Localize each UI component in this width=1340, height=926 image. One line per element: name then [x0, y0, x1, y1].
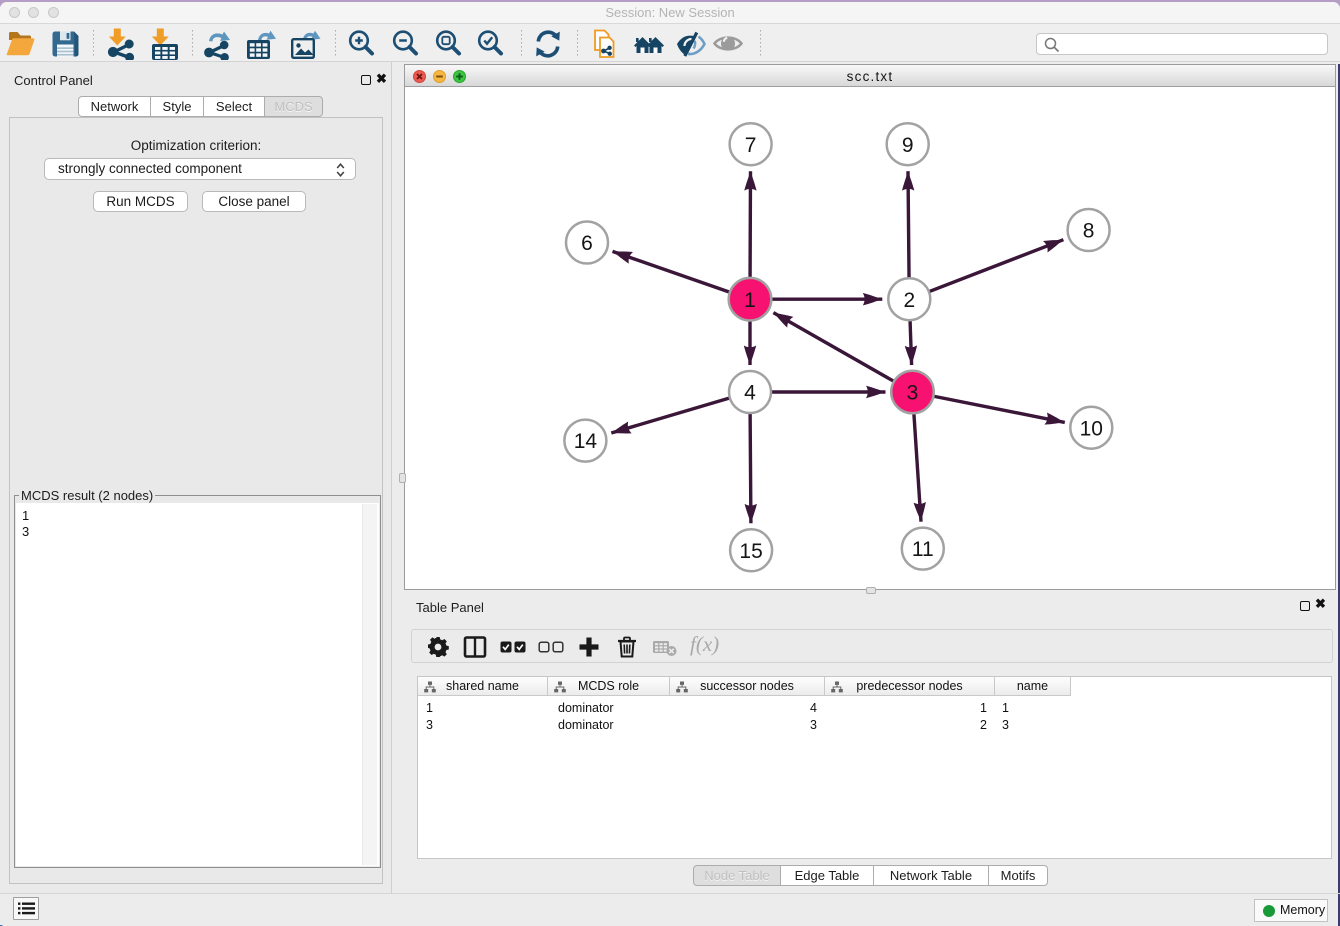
svg-text:15: 15 — [739, 540, 762, 563]
svg-text:6: 6 — [581, 232, 593, 255]
svg-text:1: 1 — [744, 289, 756, 312]
svg-text:11: 11 — [912, 538, 934, 561]
svg-text:7: 7 — [745, 134, 757, 157]
svg-text:4: 4 — [744, 382, 756, 405]
svg-text:10: 10 — [1080, 417, 1103, 440]
svg-text:14: 14 — [574, 430, 598, 453]
svg-text:8: 8 — [1083, 220, 1095, 243]
svg-text:3: 3 — [907, 382, 919, 405]
svg-text:9: 9 — [902, 134, 914, 157]
svg-text:2: 2 — [903, 289, 915, 312]
